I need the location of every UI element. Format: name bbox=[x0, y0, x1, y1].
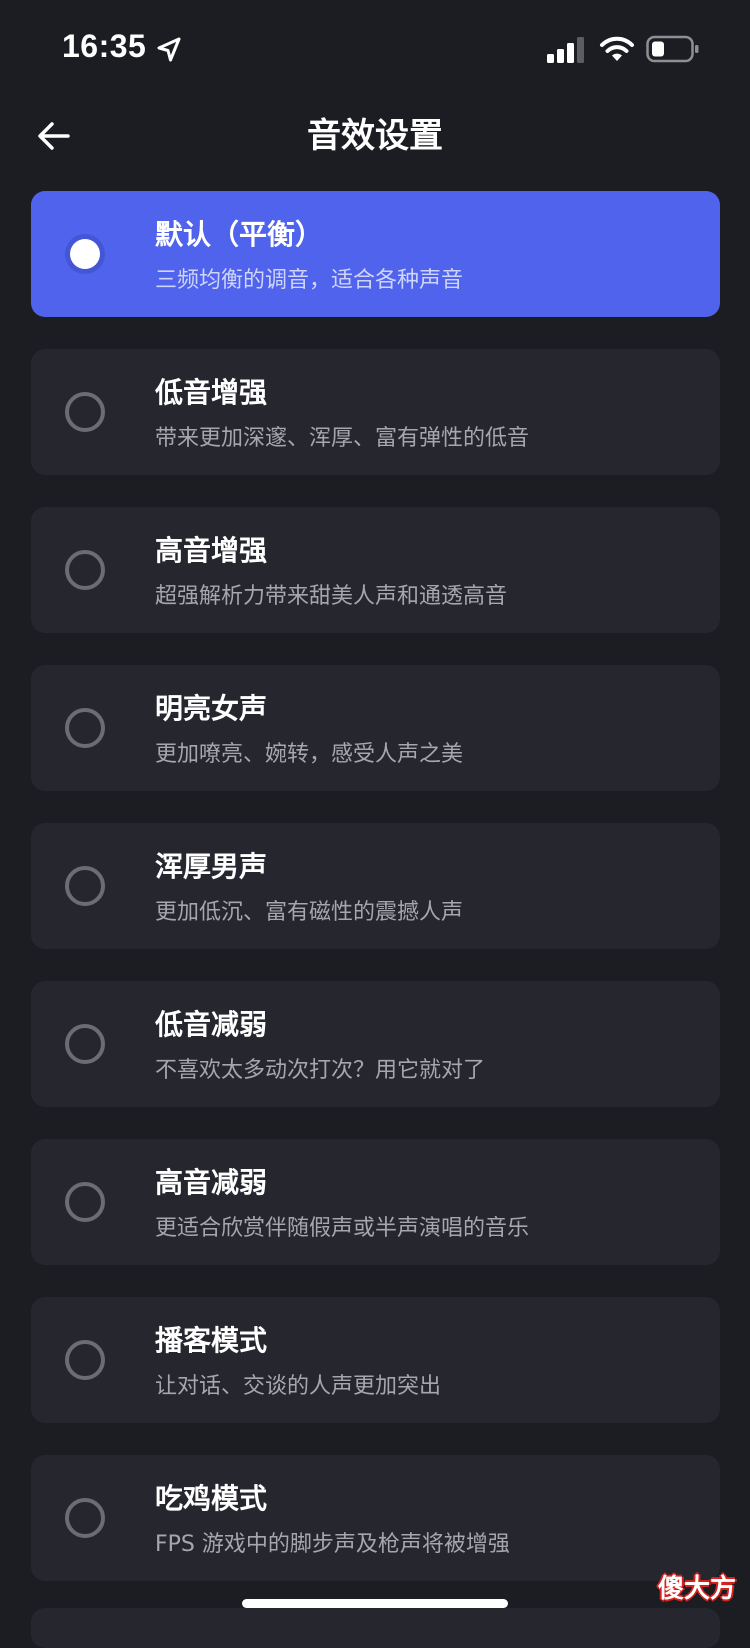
option-bass-boost[interactable]: 低音增强 带来更加深邃、浑厚、富有弹性的低音 bbox=[31, 349, 720, 475]
radio-button[interactable] bbox=[65, 1340, 105, 1380]
option-description: 不喜欢太多动次打次？用它就对了 bbox=[155, 1058, 486, 1083]
option-default-balanced[interactable]: 默认（平衡） 三频均衡的调音，适合各种声音 bbox=[31, 191, 720, 317]
option-description: 带来更加深邃、浑厚、富有弹性的低音 bbox=[155, 426, 530, 451]
radio-button[interactable] bbox=[65, 1498, 105, 1538]
watermark-logo: 傻大方 bbox=[658, 1574, 737, 1604]
option-description: 三频均衡的调音，适合各种声音 bbox=[155, 268, 464, 293]
option-title: 低音减弱 bbox=[155, 1008, 268, 1041]
option-title: 默认（平衡） bbox=[155, 218, 324, 251]
option-treble-boost[interactable]: 高音增强 超强解析力带来甜美人声和通透高音 bbox=[31, 507, 720, 633]
option-title: 高音减弱 bbox=[155, 1166, 268, 1199]
battery-icon bbox=[646, 35, 699, 63]
home-indicator[interactable] bbox=[242, 1599, 508, 1608]
radio-button[interactable] bbox=[65, 550, 105, 590]
option-gaming-mode[interactable]: 吃鸡模式 FPS 游戏中的脚步声及枪声将被增强 bbox=[31, 1455, 720, 1581]
radio-button[interactable] bbox=[65, 1024, 105, 1064]
option-treble-reduce[interactable]: 高音减弱 更适合欣赏伴随假声或半声演唱的音乐 bbox=[31, 1139, 720, 1265]
radio-button[interactable] bbox=[65, 708, 105, 748]
option-title: 播客模式 bbox=[155, 1324, 268, 1357]
option-bright-female-vocal[interactable]: 明亮女声 更加嘹亮、婉转，感受人声之美 bbox=[31, 665, 720, 791]
option-title: 高音增强 bbox=[155, 534, 268, 567]
wifi-icon bbox=[600, 36, 634, 61]
option-title: 明亮女声 bbox=[155, 692, 268, 725]
status-bar: 16:35 bbox=[0, 0, 750, 100]
option-description: 让对话、交谈的人声更加突出 bbox=[155, 1374, 442, 1399]
option-title: 低音增强 bbox=[155, 376, 268, 409]
option-description: 更适合欣赏伴随假声或半声演唱的音乐 bbox=[155, 1216, 530, 1241]
status-time: 16:35 bbox=[62, 28, 147, 64]
option-description: 更加嘹亮、婉转，感受人声之美 bbox=[155, 742, 464, 767]
option-podcast-mode[interactable]: 播客模式 让对话、交谈的人声更加突出 bbox=[31, 1297, 720, 1423]
option-card-partial[interactable] bbox=[31, 1608, 720, 1648]
location-arrow-icon bbox=[157, 37, 181, 62]
option-description: FPS 游戏中的脚步声及枪声将被增强 bbox=[155, 1532, 510, 1557]
radio-button[interactable] bbox=[65, 234, 105, 274]
page-title: 音效设置 bbox=[307, 116, 443, 156]
option-description: 超强解析力带来甜美人声和通透高音 bbox=[155, 584, 508, 609]
cellular-signal-icon bbox=[547, 37, 584, 63]
sound-effect-list: 默认（平衡） 三频均衡的调音，适合各种声音 低音增强 带来更加深邃、浑厚、富有弹… bbox=[31, 191, 720, 1613]
header: 音效设置 bbox=[0, 100, 750, 188]
radio-selected-dot bbox=[70, 239, 100, 269]
option-title: 浑厚男声 bbox=[155, 850, 268, 883]
option-description: 更加低沉、富有磁性的震撼人声 bbox=[155, 900, 464, 925]
option-title: 吃鸡模式 bbox=[155, 1482, 268, 1515]
radio-button[interactable] bbox=[65, 1182, 105, 1222]
radio-button[interactable] bbox=[65, 866, 105, 906]
radio-button[interactable] bbox=[65, 392, 105, 432]
option-deep-male-vocal[interactable]: 浑厚男声 更加低沉、富有磁性的震撼人声 bbox=[31, 823, 720, 949]
option-bass-reduce[interactable]: 低音减弱 不喜欢太多动次打次？用它就对了 bbox=[31, 981, 720, 1107]
